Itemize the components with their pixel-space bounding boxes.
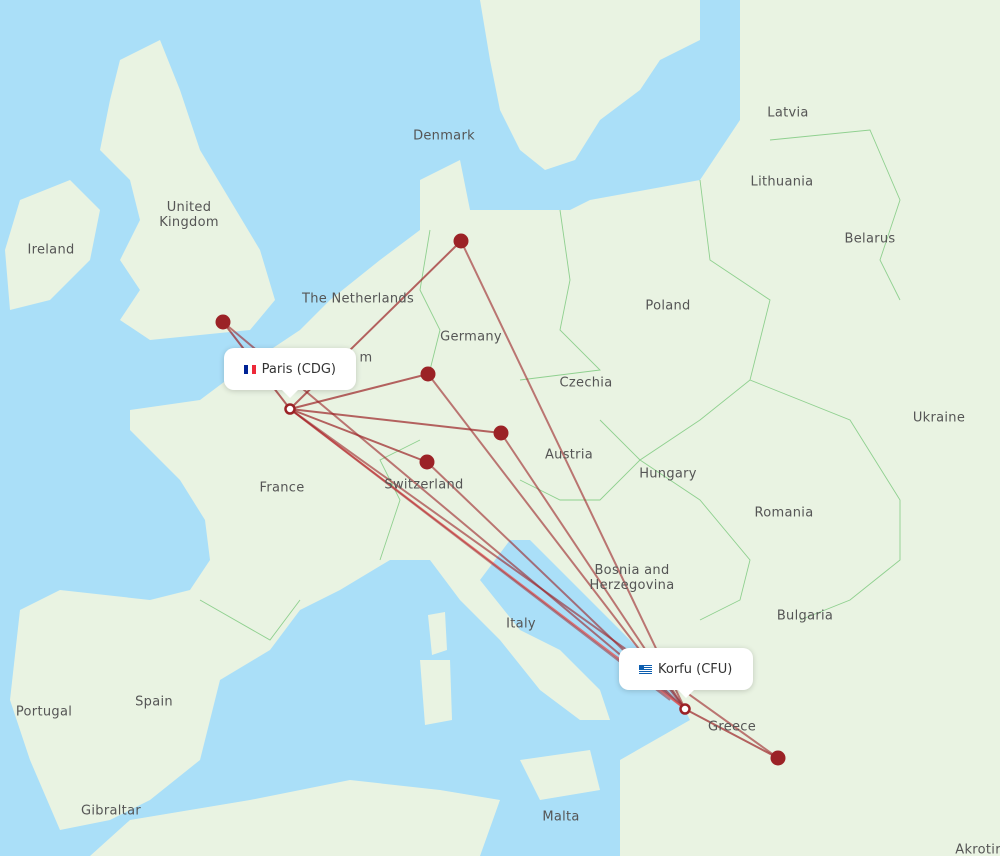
label-czechia: Czechia xyxy=(559,375,613,391)
label-akrotiri: Akrotiri xyxy=(955,842,1000,856)
label-denmark: Denmark xyxy=(413,128,475,144)
label-lithuania: Lithuania xyxy=(750,174,814,190)
greece-flag-icon xyxy=(639,664,652,674)
label-austria: Austria xyxy=(544,447,594,463)
label-the-netherlands: The Netherlands xyxy=(301,291,415,307)
label-belgium-partial: m xyxy=(359,350,373,366)
label-spain: Spain xyxy=(135,694,173,710)
label-ukraine: Ukraine xyxy=(912,410,966,426)
origin-label: Paris (CDG) xyxy=(261,361,336,377)
destination-popup[interactable]: Korfu (CFU) xyxy=(619,648,753,698)
route-map[interactable]: Denmark Latvia Lithuania United Kingdom … xyxy=(0,0,1000,856)
origin-marker[interactable] xyxy=(284,403,296,415)
map-canvas xyxy=(5,0,1000,856)
stopover-marker[interactable] xyxy=(453,233,469,249)
stopover-marker[interactable] xyxy=(770,750,786,766)
destination-label: Korfu (CFU) xyxy=(658,661,733,677)
label-belarus: Belarus xyxy=(844,231,896,247)
label-italy: Italy xyxy=(506,616,536,632)
label-gibraltar: Gibraltar xyxy=(81,803,141,819)
label-bosnia-and-herzegovina: Bosnia and Herzegovina xyxy=(589,563,675,593)
destination-marker[interactable] xyxy=(679,703,691,715)
label-switzerland: Switzerland xyxy=(384,477,464,493)
label-france: France xyxy=(259,480,305,496)
label-greece: Greece xyxy=(707,719,757,735)
stopover-marker[interactable] xyxy=(420,366,436,382)
label-hungary: Hungary xyxy=(639,466,697,482)
label-latvia: Latvia xyxy=(767,105,809,121)
label-ireland: Ireland xyxy=(27,242,75,258)
label-portugal: Portugal xyxy=(15,704,73,720)
stopover-marker[interactable] xyxy=(215,314,231,330)
stopover-marker[interactable] xyxy=(419,454,435,470)
france-flag-icon xyxy=(244,364,256,374)
label-germany: Germany xyxy=(440,329,502,345)
label-united-kingdom: United Kingdom xyxy=(159,200,219,230)
label-romania: Romania xyxy=(754,505,814,521)
stopover-marker[interactable] xyxy=(493,425,509,441)
label-bulgaria: Bulgaria xyxy=(776,608,834,624)
origin-popup[interactable]: Paris (CDG) xyxy=(224,348,356,398)
label-poland: Poland xyxy=(645,298,691,314)
label-malta: Malta xyxy=(542,809,580,825)
